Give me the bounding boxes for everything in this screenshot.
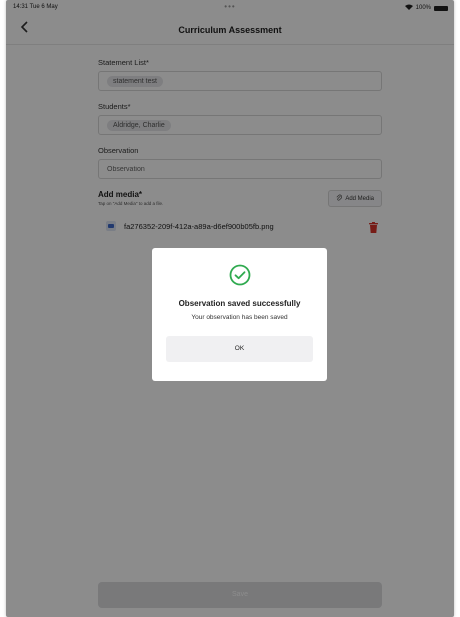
app-screen: 14:31 Tue 6 May ••• 100% Curriculum Asse… [6, 0, 454, 617]
dialog-title: Observation saved successfully [178, 299, 301, 308]
check-circle-icon [229, 264, 251, 291]
success-dialog: Observation saved successfully Your obse… [152, 248, 327, 381]
dialog-message: Your observation has been saved [191, 314, 288, 321]
ok-button[interactable]: OK [166, 336, 313, 362]
